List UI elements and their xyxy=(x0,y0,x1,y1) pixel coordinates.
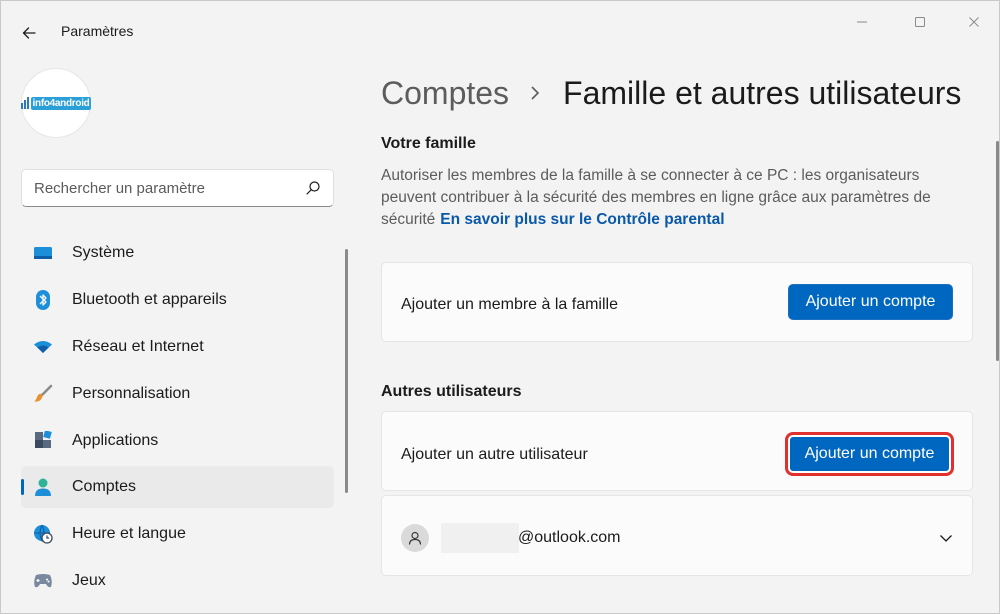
main-scrollbar[interactable] xyxy=(996,141,999,361)
add-other-user-card: Ajouter un autre utilisateur Ajouter un … xyxy=(381,411,973,491)
sidebar-item-applications[interactable]: Applications xyxy=(21,420,334,462)
minimize-button[interactable] xyxy=(839,7,885,37)
close-button[interactable] xyxy=(951,7,997,37)
search-box xyxy=(21,169,334,207)
add-family-member-card: Ajouter un membre à la famille Ajouter u… xyxy=(381,262,973,342)
breadcrumb-parent[interactable]: Comptes xyxy=(381,75,509,112)
sidebar-item-label: Jeux xyxy=(72,572,106,590)
sidebar-item-label: Système xyxy=(72,244,135,261)
bluetooth-icon xyxy=(33,289,53,310)
monitor-icon xyxy=(33,243,53,263)
redacted-username xyxy=(441,523,519,553)
sidebar-item-label: Réseau et Internet xyxy=(72,337,204,355)
maximize-button[interactable] xyxy=(897,7,943,37)
sidebar-item-jeux[interactable]: Jeux xyxy=(21,560,334,602)
settings-window: Paramètres info4android Rechercher un pa… xyxy=(0,0,1000,614)
wifi-icon xyxy=(33,337,53,357)
chevron-right-icon xyxy=(529,85,541,101)
add-other-user-label: Ajouter un autre utilisateur xyxy=(401,446,588,463)
sidebar-item-comptes[interactable]: Comptes xyxy=(21,466,334,509)
logo-text: info4android xyxy=(30,96,92,110)
add-other-account-button[interactable]: Ajouter un compte xyxy=(785,432,954,476)
parental-control-link[interactable]: En savoir plus sur le Contrôle parental xyxy=(440,211,724,228)
apps-icon xyxy=(33,430,53,451)
search-input[interactable] xyxy=(22,170,302,206)
gamepad-icon xyxy=(33,571,53,591)
sidebar-nav: Système Bluetooth et appareils Réseau et… xyxy=(21,232,334,607)
sidebar-item-label: Comptes xyxy=(72,478,137,496)
title-bar: Paramètres xyxy=(1,1,999,61)
sidebar-item-label: Heure et langue xyxy=(72,525,186,543)
section-title-autres: Autres utilisateurs xyxy=(381,383,522,400)
sidebar-item-heure-langue[interactable]: Heure et langue xyxy=(21,513,334,555)
user-email: @outlook.com xyxy=(518,529,621,546)
add-family-member-label: Ajouter un membre à la famille xyxy=(401,296,618,313)
person-icon xyxy=(401,524,429,552)
add-family-account-button[interactable]: Ajouter un compte xyxy=(788,284,953,320)
user-account-card[interactable]: @outlook.com xyxy=(381,495,973,576)
account-avatar[interactable]: info4android xyxy=(20,68,92,138)
close-icon xyxy=(969,17,979,27)
sidebar-item-label: Personnalisation xyxy=(72,384,191,402)
sidebar-item-bluetooth[interactable]: Bluetooth et appareils xyxy=(21,279,334,321)
account-icon xyxy=(33,477,53,497)
sidebar-item-systeme[interactable]: Système xyxy=(21,232,334,274)
maximize-icon xyxy=(915,17,925,27)
minimize-icon xyxy=(857,21,867,23)
sidebar-item-label: Bluetooth et appareils xyxy=(72,290,227,308)
sidebar-scrollbar[interactable] xyxy=(345,249,348,493)
chevron-down-icon[interactable] xyxy=(936,528,956,548)
sidebar-item-label: Applications xyxy=(72,431,159,449)
arrow-left-icon xyxy=(22,27,36,39)
info4android-logo: info4android xyxy=(20,96,92,110)
back-button[interactable] xyxy=(13,17,45,49)
section-title-famille: Votre famille xyxy=(381,135,476,152)
breadcrumb: Comptes Famille et autres utilisateurs xyxy=(381,71,961,115)
family-description: Autoriser les membres de la famille à se… xyxy=(381,165,971,231)
brush-icon xyxy=(33,384,53,404)
sidebar-item-reseau[interactable]: Réseau et Internet xyxy=(21,326,334,368)
app-title: Paramètres xyxy=(61,23,134,39)
globe-clock-icon xyxy=(33,524,53,544)
page-title: Famille et autres utilisateurs xyxy=(563,74,962,111)
search-icon[interactable] xyxy=(305,180,321,196)
sidebar-item-personnalisation[interactable]: Personnalisation xyxy=(21,373,334,415)
